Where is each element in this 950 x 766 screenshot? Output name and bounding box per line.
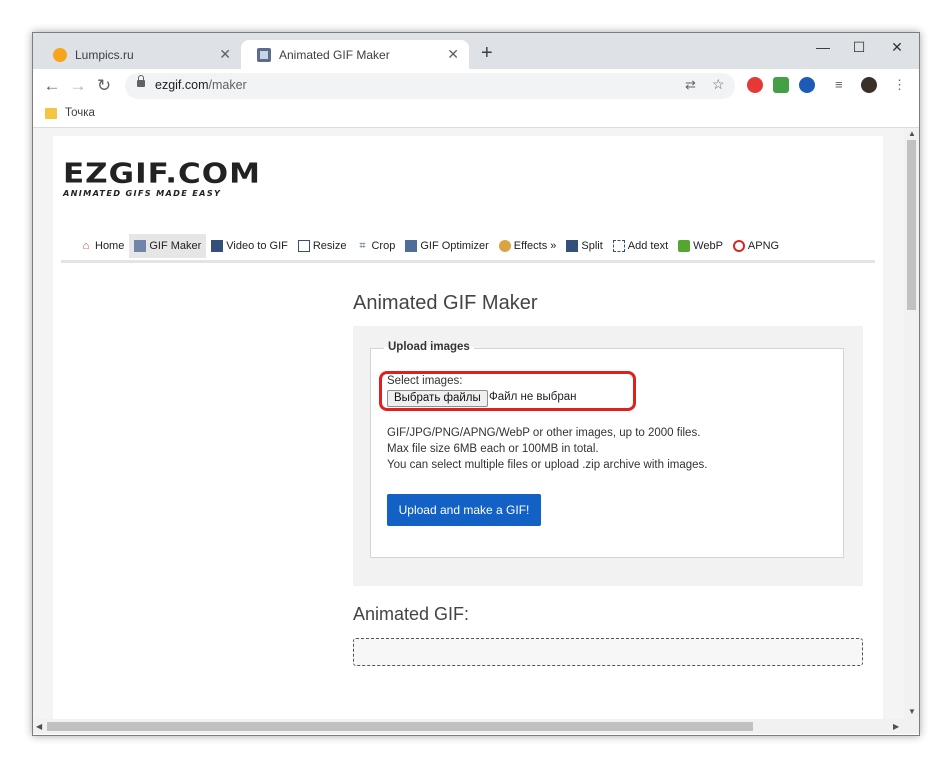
output-title: Animated GIF:: [353, 604, 470, 624]
menu-kebab-icon[interactable]: ⋮: [893, 77, 906, 93]
extension-red-icon[interactable]: [747, 77, 763, 93]
nav-split[interactable]: Split: [561, 234, 607, 258]
nav-resize[interactable]: Resize: [293, 234, 352, 258]
upload-info: GIF/JPG/PNG/APNG/WebP or other images, u…: [387, 425, 707, 473]
star-bookmark-icon[interactable]: ☆: [712, 76, 725, 93]
profile-avatar[interactable]: [861, 77, 877, 93]
browser-toolbar: ← → ↻ ezgif.com/maker ⇄ ☆ ≡ ⋮: [33, 69, 919, 103]
maximize-icon[interactable]: ☐: [841, 35, 877, 59]
reading-list-icon[interactable]: ≡: [835, 77, 843, 92]
nav-video-to-gif[interactable]: Video to GIF: [206, 234, 293, 258]
crop-icon: ⌗: [359, 240, 366, 252]
vertical-scrollbar[interactable]: ▲ ▼: [904, 128, 919, 719]
nav-add-text[interactable]: Add text: [608, 234, 673, 258]
tab-title: Animated GIF Maker: [279, 47, 390, 62]
nav-home[interactable]: ⌂ Home: [75, 234, 129, 258]
optimizer-icon: [405, 240, 418, 252]
upload-fieldset: Upload images Select images: Выбрать фай…: [370, 341, 844, 558]
upload-and-make-gif-button[interactable]: Upload and make a GIF!: [387, 494, 541, 526]
url-text: ezgif.com/maker: [155, 78, 247, 92]
vertical-scroll-thumb[interactable]: [907, 140, 916, 310]
add-text-icon: [612, 240, 625, 252]
browser-window: Lumpics.ru ✕ Animated GIF Maker ✕ + — ☐ …: [32, 32, 920, 736]
lock-icon: [137, 75, 145, 87]
info-line: Max file size 6MB each or 100MB in total…: [387, 443, 599, 455]
scroll-down-arrow-icon[interactable]: ▼: [908, 707, 916, 716]
bookmark-tochka[interactable]: Точка: [65, 107, 95, 119]
nav-webp[interactable]: WebP: [673, 234, 728, 258]
house-icon: ⌂: [82, 240, 90, 252]
ezgif-logo[interactable]: EZGIF.COM ANIMATED GIFS MADE EASY: [63, 160, 261, 198]
lumpics-favicon-icon: [53, 47, 67, 62]
resize-icon: [297, 240, 310, 252]
bookmarks-bar: Точка: [33, 103, 919, 128]
nav-apng[interactable]: APNG: [728, 234, 784, 258]
logo-main-text: EZGIF.COM: [63, 157, 261, 190]
horizontal-scrollbar[interactable]: ◀ ▶: [33, 719, 919, 734]
forward-arrow-icon[interactable]: →: [67, 75, 89, 97]
minimize-icon[interactable]: —: [805, 35, 841, 59]
split-icon: [566, 240, 579, 252]
nav-gif-optimizer[interactable]: GIF Optimizer: [400, 234, 493, 258]
nav-crop[interactable]: ⌗ Crop: [351, 234, 400, 258]
new-tab-plus-icon[interactable]: +: [481, 40, 493, 66]
upload-panel: Upload images Select images: Выбрать фай…: [353, 326, 863, 586]
output-dropzone: [353, 638, 863, 666]
gif-maker-icon: [134, 240, 147, 252]
back-arrow-icon[interactable]: ←: [41, 75, 63, 97]
window-close-icon[interactable]: ✕: [879, 35, 915, 59]
scroll-right-arrow-icon[interactable]: ▶: [893, 722, 899, 731]
tab-strip: Lumpics.ru ✕ Animated GIF Maker ✕ + — ☐ …: [33, 33, 919, 69]
scroll-left-arrow-icon[interactable]: ◀: [36, 722, 42, 731]
extension-music-icon[interactable]: [773, 77, 789, 93]
folder-icon: [45, 108, 57, 119]
page-viewport: EZGIF.COM ANIMATED GIFS MADE EASY ⌂ Home …: [33, 128, 904, 719]
address-bar[interactable]: ezgif.com/maker ⇄ ☆: [125, 73, 735, 99]
upload-legend: Upload images: [384, 341, 474, 353]
info-line: GIF/JPG/PNG/APNG/WebP or other images, u…: [387, 427, 701, 439]
page-content: EZGIF.COM ANIMATED GIFS MADE EASY ⌂ Home …: [53, 136, 883, 719]
highlight-ring: [379, 371, 636, 411]
info-line: You can select multiple files or upload …: [387, 459, 708, 471]
horizontal-scroll-thumb[interactable]: [47, 722, 753, 731]
apng-icon: [732, 240, 745, 252]
nav-effects[interactable]: Effects »: [494, 234, 562, 258]
extension-globe-icon[interactable]: [799, 77, 815, 93]
nav-gif-maker[interactable]: GIF Maker: [129, 234, 207, 258]
close-icon[interactable]: ✕: [219, 46, 231, 63]
nav-divider: [61, 260, 875, 263]
tab-lumpics[interactable]: Lumpics.ru ✕: [37, 40, 241, 69]
webp-icon: [678, 240, 691, 252]
tab-animated-gif-maker[interactable]: Animated GIF Maker ✕: [241, 40, 469, 69]
close-icon[interactable]: ✕: [447, 46, 459, 63]
page-title: Animated GIF Maker: [353, 292, 538, 314]
palette-icon: [498, 240, 511, 252]
reload-icon[interactable]: ↻: [93, 75, 115, 97]
translate-icon[interactable]: ⇄: [685, 77, 696, 93]
main-nav: ⌂ Home GIF Maker Video to GIF Resize ⌗ Cro…: [75, 234, 784, 258]
tab-title: Lumpics.ru: [75, 47, 134, 62]
scroll-up-arrow-icon[interactable]: ▲: [908, 129, 916, 138]
film-icon: [211, 240, 224, 252]
ezgif-favicon-icon: [257, 47, 271, 62]
